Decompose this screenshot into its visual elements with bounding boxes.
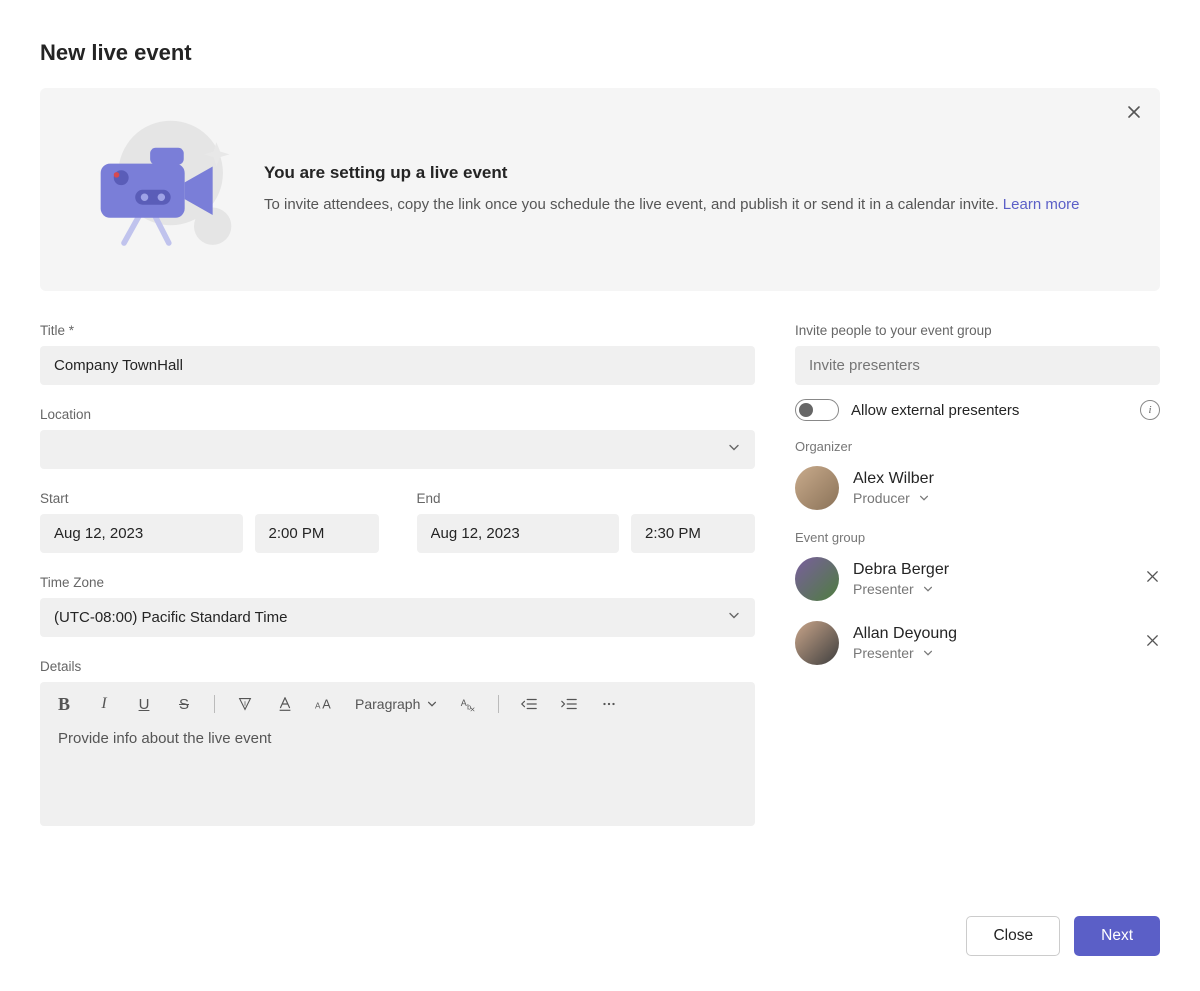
organizer-name: Alex Wilber xyxy=(853,470,1160,488)
start-date-input[interactable] xyxy=(40,514,243,553)
camera-illustration-icon xyxy=(68,112,236,267)
svg-text:A: A xyxy=(322,697,331,712)
info-banner: You are setting up a live event To invit… xyxy=(40,88,1160,291)
member-name: Debra Berger xyxy=(853,561,1131,579)
organizer-row: Alex Wilber Producer xyxy=(795,466,1160,510)
paragraph-label: Paragraph xyxy=(355,696,420,712)
organizer-role-text: Producer xyxy=(853,490,910,506)
banner-title: You are setting up a live event xyxy=(264,163,1132,183)
learn-more-link[interactable]: Learn more xyxy=(1003,196,1080,213)
increase-indent-button[interactable] xyxy=(559,692,579,716)
allow-external-toggle[interactable] xyxy=(795,399,839,421)
paragraph-style-dropdown[interactable]: Paragraph xyxy=(355,696,438,712)
organizer-role-dropdown[interactable]: Producer xyxy=(853,490,1160,506)
event-group-section-label: Event group xyxy=(795,530,1160,545)
details-placeholder: Provide info about the live event xyxy=(58,730,737,747)
banner-description-text: To invite attendees, copy the link once … xyxy=(264,196,1003,213)
font-size-button[interactable]: AA xyxy=(315,692,335,716)
svg-text:b: b xyxy=(467,702,471,711)
start-label: Start xyxy=(40,491,379,506)
highlight-button[interactable] xyxy=(235,692,255,716)
strikethrough-button[interactable]: S xyxy=(174,692,194,716)
italic-button[interactable]: I xyxy=(94,692,114,716)
title-label: Title * xyxy=(40,323,755,338)
page-title: New live event xyxy=(40,40,1160,66)
event-group-member: Allan Deyoung Presenter xyxy=(795,621,1160,665)
chevron-down-icon xyxy=(922,583,934,595)
end-label: End xyxy=(417,491,756,506)
close-icon xyxy=(1145,569,1160,584)
details-editor[interactable]: Provide info about the live event xyxy=(40,726,755,826)
member-role-dropdown[interactable]: Presenter xyxy=(853,645,1131,661)
close-icon xyxy=(1145,633,1160,648)
chevron-down-icon xyxy=(922,647,934,659)
svg-text:A: A xyxy=(315,702,321,711)
location-label: Location xyxy=(40,407,755,422)
allow-external-label: Allow external presenters xyxy=(851,402,1128,419)
rich-text-toolbar: B I U S AA Paragraph Ab xyxy=(40,682,755,726)
underline-button[interactable]: U xyxy=(134,692,154,716)
banner-content: You are setting up a live event To invit… xyxy=(264,163,1132,216)
member-name: Allan Deyoung xyxy=(853,625,1131,643)
toggle-knob xyxy=(799,403,813,417)
decrease-indent-button[interactable] xyxy=(519,692,539,716)
close-icon xyxy=(1126,104,1142,120)
chevron-down-icon xyxy=(426,698,438,710)
next-button[interactable]: Next xyxy=(1074,916,1160,956)
details-label: Details xyxy=(40,659,755,674)
avatar xyxy=(795,557,839,601)
event-group-member: Debra Berger Presenter xyxy=(795,557,1160,601)
timezone-label: Time Zone xyxy=(40,575,755,590)
avatar xyxy=(795,466,839,510)
timezone-select[interactable] xyxy=(40,598,755,637)
location-input[interactable] xyxy=(40,430,755,469)
more-options-button[interactable] xyxy=(599,692,619,716)
invite-panel: Invite people to your event group Allow … xyxy=(795,323,1160,848)
invite-label: Invite people to your event group xyxy=(795,323,1160,338)
remove-member-button[interactable] xyxy=(1145,633,1160,653)
clear-formatting-button[interactable]: Ab xyxy=(458,692,478,716)
member-role-text: Presenter xyxy=(853,581,914,597)
toolbar-divider xyxy=(214,695,215,713)
start-time-input[interactable] xyxy=(255,514,379,553)
info-icon[interactable]: i xyxy=(1140,400,1160,420)
toolbar-divider xyxy=(498,695,499,713)
banner-description: To invite attendees, copy the link once … xyxy=(264,193,1132,216)
chevron-down-icon xyxy=(918,492,930,504)
bold-button[interactable]: B xyxy=(54,692,74,716)
footer-actions: Close Next xyxy=(966,916,1160,956)
avatar xyxy=(795,621,839,665)
end-date-input[interactable] xyxy=(417,514,620,553)
organizer-section-label: Organizer xyxy=(795,439,1160,454)
title-input[interactable] xyxy=(40,346,755,385)
invite-presenters-input[interactable] xyxy=(795,346,1160,385)
svg-text:A: A xyxy=(461,698,467,708)
remove-member-button[interactable] xyxy=(1145,569,1160,589)
close-button[interactable]: Close xyxy=(966,916,1060,956)
event-details-form: Title * Location Start End xyxy=(40,323,755,848)
close-banner-button[interactable] xyxy=(1126,104,1142,125)
member-role-text: Presenter xyxy=(853,645,914,661)
font-color-button[interactable] xyxy=(275,692,295,716)
member-role-dropdown[interactable]: Presenter xyxy=(853,581,1131,597)
end-time-input[interactable] xyxy=(631,514,755,553)
